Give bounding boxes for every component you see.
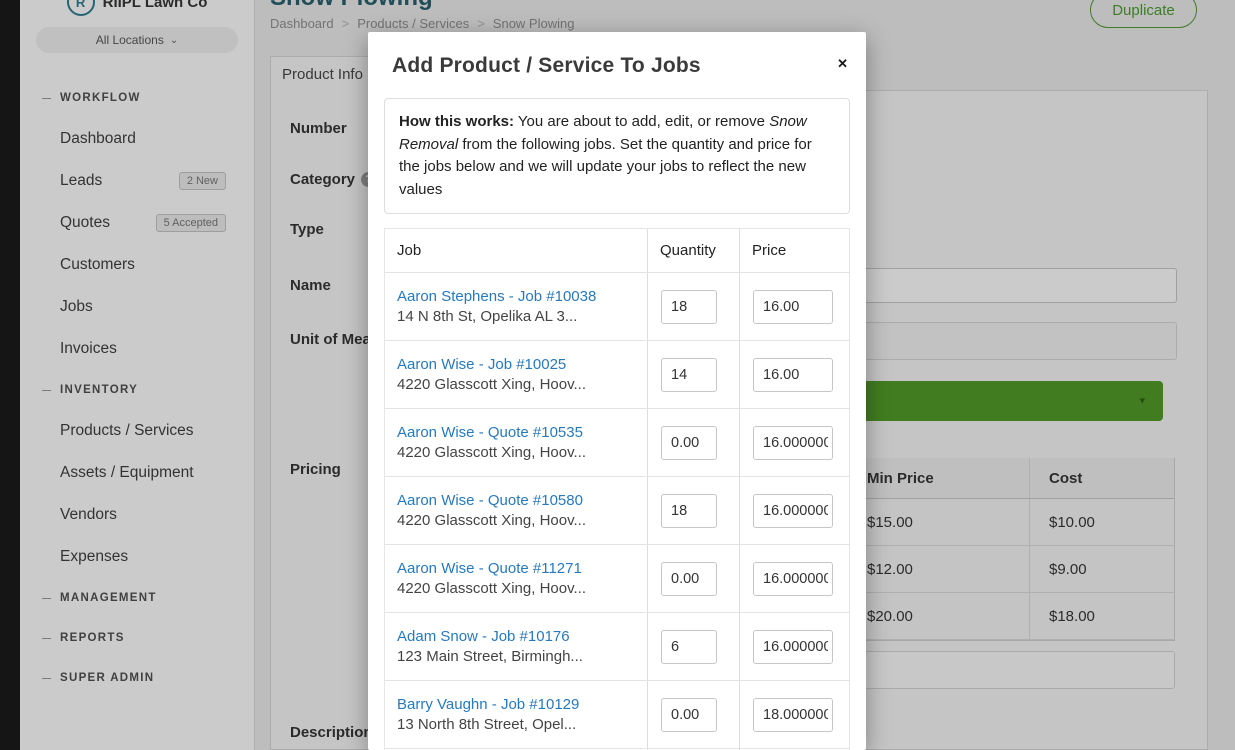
price-cell [739, 409, 849, 476]
quantity-input[interactable] [661, 630, 717, 664]
quantity-cell [647, 273, 739, 340]
quantity-input[interactable] [661, 562, 717, 596]
price-cell [739, 613, 849, 680]
job-column-header: Job [385, 229, 647, 272]
quantity-input[interactable] [661, 426, 717, 460]
job-table-row: Aaron Stephens - Job #10038 14 N 8th St, … [385, 273, 849, 341]
job-cell: Aaron Stephens - Job #10038 14 N 8th St, … [385, 273, 647, 340]
job-link[interactable]: Aaron Wise - Quote #10580 [397, 492, 647, 509]
how-it-works-text-2: from the following jobs. Set the quantit… [399, 136, 812, 198]
quantity-cell [647, 477, 739, 544]
job-address: 4220 Glasscott Xing, Hoov... [397, 512, 647, 529]
job-table-row: Aaron Wise - Job #10025 4220 Glasscott Xi… [385, 341, 849, 409]
job-table-row: Adam Snow - Job #10176 123 Main Street, B… [385, 613, 849, 681]
price-cell [739, 477, 849, 544]
job-cell: Aaron Wise - Job #10025 4220 Glasscott Xi… [385, 341, 647, 408]
job-address: 13 North 8th Street, Opel... [397, 716, 647, 733]
price-cell [739, 681, 849, 748]
job-cell: Aaron Wise - Quote #10580 4220 Glasscott … [385, 477, 647, 544]
quantity-cell [647, 341, 739, 408]
price-input[interactable] [753, 630, 833, 664]
job-cell: Aaron Wise - Quote #10535 4220 Glasscott … [385, 409, 647, 476]
how-it-works-text-1: You are about to add, edit, or remove [514, 113, 769, 130]
job-table-row: Aaron Wise - Quote #11271 4220 Glasscott … [385, 545, 849, 613]
job-link[interactable]: Barry Vaughn - Job #10129 [397, 696, 647, 713]
job-address: 123 Main Street, Birmingh... [397, 648, 647, 665]
job-cell: Barry Vaughn - Job #10129 13 North 8th St… [385, 681, 647, 748]
price-cell [739, 545, 849, 612]
job-link[interactable]: Aaron Wise - Job #10025 [397, 356, 647, 373]
modal-title: Add Product / Service To Jobs [392, 54, 842, 78]
quantity-input[interactable] [661, 698, 717, 732]
price-cell [739, 273, 849, 340]
price-input[interactable] [753, 562, 833, 596]
quantity-cell [647, 545, 739, 612]
job-link[interactable]: Aaron Wise - Quote #10535 [397, 424, 647, 441]
quantity-cell [647, 613, 739, 680]
price-input[interactable] [753, 290, 833, 324]
quantity-cell [647, 681, 739, 748]
app-root: R RIIPL Lawn Co All Locations ⌄ WORKFLOW… [0, 0, 1235, 750]
job-address: 4220 Glasscott Xing, Hoov... [397, 444, 647, 461]
add-product-service-modal: Add Product / Service To Jobs ✕ How this… [368, 32, 866, 750]
job-address: 14 N 8th St, Opelika AL 3... [397, 308, 647, 325]
price-input[interactable] [753, 426, 833, 460]
job-link[interactable]: Adam Snow - Job #10176 [397, 628, 647, 645]
job-cell: Aaron Wise - Quote #11271 4220 Glasscott … [385, 545, 647, 612]
job-table-row: Barry Vaughn - Job #10129 13 North 8th St… [385, 681, 849, 749]
quantity-column-header: Quantity [647, 229, 739, 272]
price-input[interactable] [753, 358, 833, 392]
how-it-works-bold: How this works: [399, 113, 514, 130]
quantity-cell [647, 409, 739, 476]
price-column-header: Price [739, 229, 849, 272]
job-table-row: Aaron Wise - Quote #10535 4220 Glasscott … [385, 409, 849, 477]
close-icon[interactable]: ✕ [833, 52, 852, 76]
job-link[interactable]: Aaron Wise - Quote #11271 [397, 560, 647, 577]
quantity-input[interactable] [661, 494, 717, 528]
price-cell [739, 341, 849, 408]
job-address: 4220 Glasscott Xing, Hoov... [397, 376, 647, 393]
jobs-table-header: Job Quantity Price [385, 229, 849, 273]
job-link[interactable]: Aaron Stephens - Job #10038 [397, 288, 647, 305]
price-input[interactable] [753, 698, 833, 732]
modal-header: Add Product / Service To Jobs ✕ [368, 32, 866, 94]
quantity-input[interactable] [661, 290, 717, 324]
job-cell: Adam Snow - Job #10176 123 Main Street, B… [385, 613, 647, 680]
quantity-input[interactable] [661, 358, 717, 392]
jobs-table-body: Aaron Stephens - Job #10038 14 N 8th St, … [385, 273, 849, 750]
how-it-works-note: How this works: You are about to add, ed… [384, 98, 850, 214]
jobs-table: Job Quantity Price Aaron Stephens - Job … [384, 228, 850, 750]
job-address: 4220 Glasscott Xing, Hoov... [397, 580, 647, 597]
job-table-row: Aaron Wise - Quote #10580 4220 Glasscott … [385, 477, 849, 545]
price-input[interactable] [753, 494, 833, 528]
